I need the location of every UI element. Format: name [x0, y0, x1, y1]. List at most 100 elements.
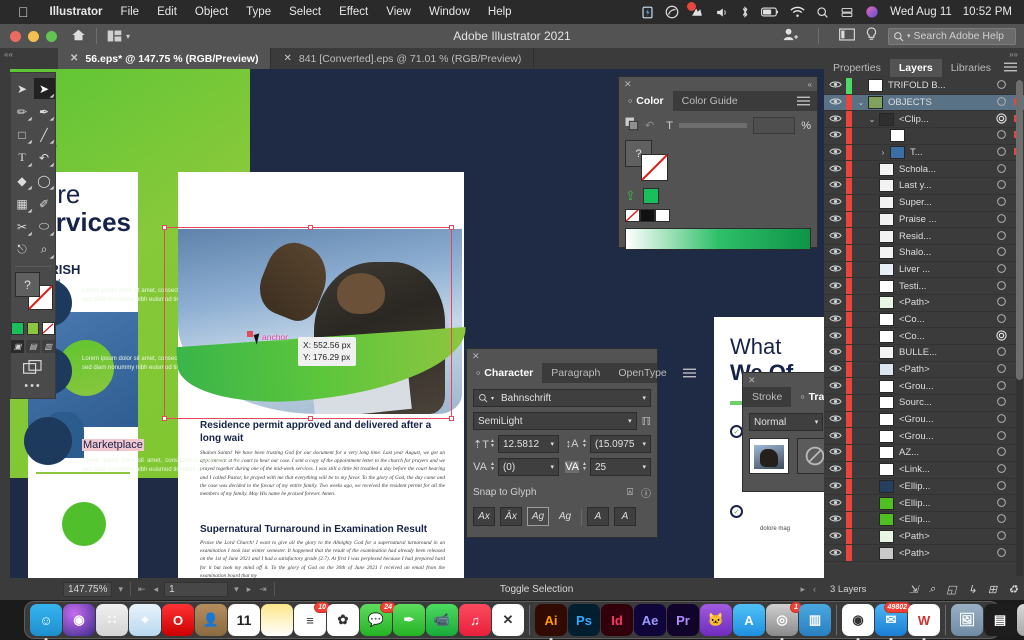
dock-item-notes-pencil[interactable]: ✒	[393, 604, 425, 636]
layer-row[interactable]: <Grou...	[824, 378, 1024, 396]
font-size-input[interactable]: 12.5812 ▾	[497, 435, 559, 453]
rectangle-tool[interactable]: □ ◢	[12, 124, 33, 146]
spinner-icon[interactable]: ▲ ▼	[582, 439, 587, 449]
eye-visibility-icon[interactable]	[824, 180, 846, 191]
layer-target-icon[interactable]	[992, 113, 1010, 126]
layer-row[interactable]: <Ellip...	[824, 495, 1024, 512]
dock-item-photoshop[interactable]: Ps	[568, 604, 600, 636]
creative-cloud-icon[interactable]	[665, 4, 679, 20]
eye-visibility-icon[interactable]	[824, 514, 846, 525]
curvature-tool[interactable]: ✒ ◢	[34, 101, 55, 123]
zoom-level-input[interactable]: 147.75%	[63, 581, 113, 597]
home-icon[interactable]	[71, 28, 86, 45]
menu-item-type[interactable]: Type	[237, 6, 280, 18]
swatch-none[interactable]	[42, 322, 56, 335]
layers-panel[interactable]: TRIFOLD B... ⌄ OBJECTS ⌄ <Clip... › T... Schola…	[824, 78, 1024, 578]
layer-row[interactable]: TRIFOLD B...	[824, 78, 1024, 95]
edit-toolbar-icon[interactable]: •••	[11, 380, 55, 392]
layer-row[interactable]: <Ellip...	[824, 511, 1024, 529]
dock-item-reminders[interactable]: ≡ 10	[294, 602, 330, 636]
tracking-stepper[interactable]: VA ▲ ▼ 25 ▾	[565, 458, 651, 476]
character-panel[interactable]: ✕ ○ Character Paragraph OpenType ▾ Bahns…	[466, 348, 696, 538]
align-baseline-button[interactable]: Ax	[473, 507, 495, 526]
glyph-preview-icon[interactable]: ⍓	[627, 487, 633, 498]
layer-row[interactable]: <Grou...	[824, 411, 1024, 429]
layer-row[interactable]: Resid...	[824, 228, 1024, 245]
battery-icon[interactable]	[761, 4, 779, 20]
layer-row[interactable]: <Link...	[824, 461, 1024, 479]
layer-target-icon[interactable]	[992, 330, 1010, 343]
align-angle-button[interactable]: A	[587, 507, 609, 526]
dock-item-trello[interactable]: ▥	[799, 604, 831, 636]
menu-item-select[interactable]: Select	[280, 6, 330, 18]
create-new-sublayer-icon[interactable]: ↳	[968, 583, 977, 596]
dock-item-illustrator[interactable]: Ai	[535, 604, 567, 640]
eye-visibility-icon[interactable]	[824, 347, 846, 358]
search-layers-icon[interactable]: ⌕	[929, 583, 935, 596]
menubar-date[interactable]: Wed Aug 11	[890, 6, 952, 18]
chevron-down-icon[interactable]: ▾	[642, 463, 646, 471]
screen-mode-icon[interactable]	[839, 28, 855, 44]
layer-row[interactable]: Shalo...	[824, 244, 1024, 262]
layer-row[interactable]: › T...	[824, 144, 1024, 162]
layer-row[interactable]: Schola...	[824, 161, 1024, 179]
eye-visibility-icon[interactable]	[824, 264, 846, 275]
layer-row[interactable]: Last y...	[824, 178, 1024, 195]
chevron-down-icon[interactable]: ▾	[550, 440, 554, 448]
tab-stroke[interactable]: Stroke	[743, 387, 791, 407]
info-icon[interactable]: ⓘ	[641, 485, 651, 500]
swatch-none[interactable]	[625, 209, 640, 222]
dock-item-launchpad[interactable]: ∷	[96, 604, 128, 636]
dock-item-music[interactable]: ♫	[459, 604, 491, 636]
rotate-tool[interactable]: ↶ ◢	[34, 147, 55, 169]
layer-target-icon[interactable]	[992, 413, 1010, 426]
layer-target-icon[interactable]	[992, 246, 1010, 259]
tab-properties[interactable]: Properties	[824, 59, 890, 77]
undo-arrow-icon[interactable]: ↶	[645, 119, 654, 132]
close-window-button[interactable]	[10, 30, 21, 42]
eye-visibility-icon[interactable]	[824, 147, 846, 158]
dock-item-app-store[interactable]: A	[733, 604, 765, 636]
color-gradient-ramp[interactable]	[625, 228, 811, 250]
eye-visibility-icon[interactable]	[824, 281, 846, 292]
eye-visibility-icon[interactable]	[824, 297, 846, 308]
eye-visibility-icon[interactable]	[824, 414, 846, 425]
align-stem-button[interactable]: A	[614, 507, 636, 526]
layer-row[interactable]: <Grou...	[824, 428, 1024, 446]
document-tab-56eps[interactable]: ✕ 56.eps* @ 147.75 % (RGB/Preview)	[58, 48, 272, 69]
chevron-down-icon[interactable]: ▾	[550, 463, 554, 471]
spotlight-search-icon[interactable]	[816, 4, 829, 20]
leading-stepper[interactable]: ↕A ▲ ▼ (15.0975 ▾	[565, 435, 651, 453]
tint-slider[interactable]	[678, 123, 748, 128]
change-screen-mode-icon[interactable]	[11, 360, 55, 374]
eye-visibility-icon[interactable]	[824, 464, 846, 475]
tint-value-input[interactable]	[753, 117, 796, 134]
color-panel[interactable]: ✕ « ○ Color Color Guide ↶ T % ? ⇪	[618, 76, 818, 250]
close-icon[interactable]: ✕	[70, 53, 78, 64]
apple-menu-icon[interactable]: 	[8, 5, 41, 19]
eye-visibility-icon[interactable]	[824, 548, 846, 559]
object-thumbnail[interactable]	[749, 438, 789, 474]
dock-item-creative-cloud[interactable]: ◎ 1	[766, 602, 802, 640]
layer-target-icon[interactable]	[992, 430, 1010, 443]
swatch-green[interactable]	[11, 322, 24, 335]
spinner-icon[interactable]: ▲ ▼	[490, 462, 495, 472]
display-icon[interactable]	[840, 4, 854, 20]
chevron-down-icon[interactable]: ▾	[126, 32, 130, 41]
volume-icon[interactable]	[715, 4, 729, 20]
layer-row[interactable]: <Ellip...	[824, 478, 1024, 496]
layer-row[interactable]: <Co...	[824, 311, 1024, 329]
tab-color[interactable]: ○ Color	[619, 91, 673, 111]
eye-visibility-icon[interactable]	[824, 197, 846, 208]
layer-target-icon[interactable]	[992, 196, 1010, 209]
layer-row[interactable]: <Co...	[824, 328, 1024, 345]
eye-visibility-icon[interactable]	[824, 381, 846, 392]
direct-selection-tool[interactable]: ➤ ◢	[33, 78, 55, 99]
dock-item-facetime[interactable]: 📹	[426, 604, 458, 636]
tab-character[interactable]: ○ Character	[467, 363, 543, 383]
layer-target-icon[interactable]	[992, 346, 1010, 359]
layer-target-icon[interactable]	[992, 380, 1010, 393]
dock-item-calendar[interactable]: 11	[228, 604, 260, 636]
layer-target-icon[interactable]	[992, 547, 1010, 560]
prev-page-icon[interactable]: ◂	[152, 584, 161, 595]
